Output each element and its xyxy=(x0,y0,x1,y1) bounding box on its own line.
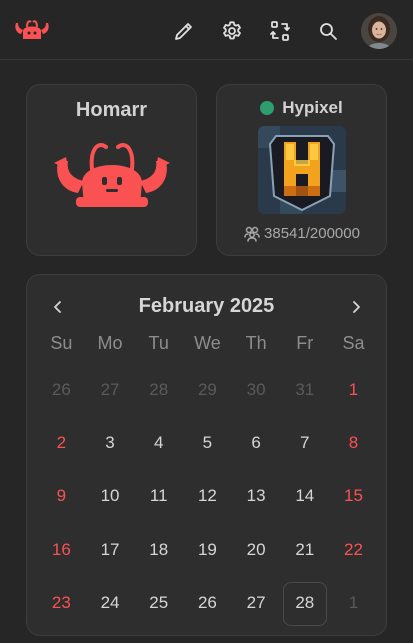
calendar-widget: February 2025 Su Mo Tu We Th Fr Sa 26 27… xyxy=(26,274,387,636)
weekday-header-row: Su Mo Tu We Th Fr Sa xyxy=(37,333,378,354)
homarr-logo-icon xyxy=(54,139,170,221)
calendar-day[interactable]: 15 xyxy=(329,470,378,523)
calendar-day[interactable]: 27 xyxy=(232,577,281,630)
calendar-day[interactable]: 7 xyxy=(280,416,329,469)
calendar-day[interactable]: 4 xyxy=(134,416,183,469)
calendar-week-row: 9 10 11 12 13 14 15 xyxy=(37,470,378,523)
calendar-day[interactable]: 21 xyxy=(280,523,329,576)
search-icon[interactable] xyxy=(316,19,340,43)
player-count-text: 38541/200000 xyxy=(264,225,360,242)
calendar-day-grid: 26 27 28 29 30 31 1 2 3 4 5 6 7 8 9 10 1… xyxy=(37,363,378,630)
next-month-button[interactable] xyxy=(346,297,366,317)
calendar-day[interactable]: 13 xyxy=(232,470,281,523)
calendar-day[interactable]: 27 xyxy=(86,363,135,416)
server-name: Hypixel xyxy=(282,98,343,117)
calendar-day[interactable]: 1 xyxy=(329,577,378,630)
weekday-label: Fr xyxy=(296,333,314,353)
calendar-day[interactable]: 5 xyxy=(183,416,232,469)
calendar-day[interactable]: 25 xyxy=(134,577,183,630)
app-widget-card[interactable]: Homarr xyxy=(26,84,197,256)
calendar-week-row: 16 17 18 19 20 21 22 xyxy=(37,523,378,576)
calendar-day[interactable]: 24 xyxy=(86,577,135,630)
pencil-icon[interactable] xyxy=(172,19,196,43)
server-header: Hypixel xyxy=(217,98,386,118)
calendar-day[interactable]: 18 xyxy=(134,523,183,576)
calendar-month-title[interactable]: February 2025 xyxy=(27,295,386,318)
calendar-day[interactable]: 29 xyxy=(183,363,232,416)
calendar-day[interactable]: 23 xyxy=(37,577,86,630)
calendar-day[interactable]: 19 xyxy=(183,523,232,576)
weekday-label: Tu xyxy=(148,333,169,353)
weekday-label: Su xyxy=(50,333,73,353)
calendar-day[interactable]: 3 xyxy=(86,416,135,469)
calendar-day[interactable]: 16 xyxy=(37,523,86,576)
calendar-day[interactable]: 30 xyxy=(232,363,281,416)
avatar[interactable] xyxy=(361,13,397,49)
users-icon xyxy=(244,226,260,242)
calendar-day[interactable]: 26 xyxy=(37,363,86,416)
calendar-day[interactable]: 6 xyxy=(232,416,281,469)
calendar-day[interactable]: 8 xyxy=(329,416,378,469)
minecraft-server-card[interactable]: Hypixel 38541/200000 xyxy=(216,84,387,256)
weekday-label: Th xyxy=(245,333,267,353)
chevron-right-icon xyxy=(353,301,360,313)
calendar-day[interactable]: 9 xyxy=(37,470,86,523)
server-icon xyxy=(258,126,346,214)
calendar-day[interactable]: 31 xyxy=(280,363,329,416)
calendar-day-today[interactable]: 28 xyxy=(280,577,329,630)
calendar-day[interactable]: 2 xyxy=(37,416,86,469)
app-title: Homarr xyxy=(75,99,148,121)
top-header xyxy=(0,0,413,60)
homarr-logo-icon[interactable] xyxy=(14,17,50,45)
weekday-label: Sa xyxy=(342,333,365,353)
calendar-week-row: 23 24 25 26 27 28 1 xyxy=(37,577,378,630)
weekday-label: We xyxy=(194,333,221,353)
swap-icon[interactable] xyxy=(268,19,292,43)
calendar-day[interactable]: 28 xyxy=(134,363,183,416)
calendar-day[interactable]: 14 xyxy=(280,470,329,523)
weekday-label: Mo xyxy=(97,333,123,353)
online-status-indicator xyxy=(260,101,275,115)
calendar-day[interactable]: 26 xyxy=(183,577,232,630)
calendar-day[interactable]: 10 xyxy=(86,470,135,523)
calendar-day[interactable]: 20 xyxy=(232,523,281,576)
calendar-day[interactable]: 22 xyxy=(329,523,378,576)
calendar-week-row: 26 27 28 29 30 31 1 xyxy=(37,363,378,416)
calendar-day[interactable]: 12 xyxy=(183,470,232,523)
gear-icon[interactable] xyxy=(220,19,244,43)
calendar-week-row: 2 3 4 5 6 7 8 xyxy=(37,416,378,469)
calendar-day[interactable]: 11 xyxy=(134,470,183,523)
calendar-day[interactable]: 1 xyxy=(329,363,378,416)
player-count: 38541/200000 xyxy=(217,225,386,242)
calendar-day[interactable]: 17 xyxy=(86,523,135,576)
